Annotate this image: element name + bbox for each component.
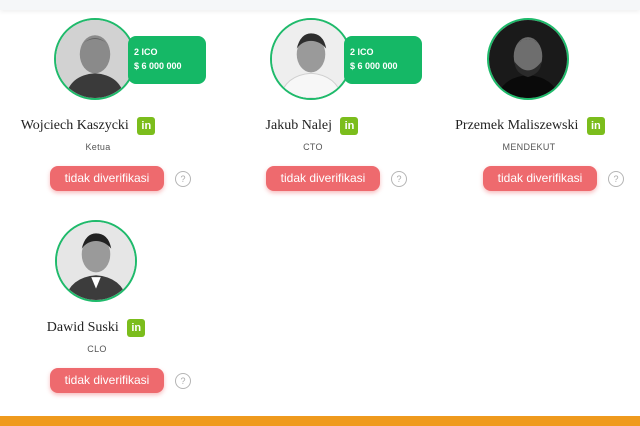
unverified-button[interactable]: tidak diverifikasi <box>266 166 380 191</box>
linkedin-icon[interactable]: in <box>137 117 156 135</box>
name-row: Wojciech Kaszycki in <box>0 117 188 139</box>
name-row: Dawid Suski in <box>0 319 196 341</box>
question-circle-icon[interactable]: ? <box>608 171 624 187</box>
question-circle-icon[interactable]: ? <box>391 171 407 187</box>
avatar <box>54 18 136 100</box>
team-member-card: Przemek Maliszewski in MENDEKUT tidak di… <box>433 18 633 208</box>
member-role: CTO <box>303 142 323 152</box>
member-role: MENDEKUT <box>502 142 556 152</box>
question-circle-icon[interactable]: ? <box>175 373 191 389</box>
ico-count: 2 ICO <box>134 47 158 57</box>
linkedin-icon[interactable]: in <box>127 319 146 337</box>
member-role: Ketua <box>85 142 111 152</box>
avatar <box>55 220 137 302</box>
member-name: Dawid Suski <box>46 320 119 335</box>
footer-bar <box>0 416 640 426</box>
question-circle-icon[interactable]: ? <box>175 171 191 187</box>
avatar <box>487 18 569 100</box>
member-name: Wojciech Kaszycki <box>20 118 129 133</box>
team-member-card: 2 ICO $ 6 000 000 Jakub Nalej in CTO tid… <box>216 18 422 208</box>
team-member-card: Dawid Suski in CLO tidak diverifikasi ? <box>0 220 200 410</box>
top-bar <box>0 0 640 10</box>
avatar <box>270 18 352 100</box>
member-name: Jakub Nalej <box>265 118 333 133</box>
member-name: Przemek Maliszewski <box>455 118 579 133</box>
name-row: Jakub Nalej in <box>212 117 412 139</box>
ico-badge: 2 ICO $ 6 000 000 <box>344 36 422 84</box>
name-row: Przemek Maliszewski in <box>430 117 630 139</box>
ico-amount: $ 6 000 000 <box>134 61 182 71</box>
ico-badge: 2 ICO $ 6 000 000 <box>128 36 206 84</box>
unverified-button[interactable]: tidak diverifikasi <box>50 166 164 191</box>
ico-amount: $ 6 000 000 <box>350 61 398 71</box>
linkedin-icon[interactable]: in <box>340 117 359 135</box>
unverified-button[interactable]: tidak diverifikasi <box>483 166 597 191</box>
unverified-button[interactable]: tidak diverifikasi <box>50 368 164 393</box>
member-role: CLO <box>87 344 107 354</box>
linkedin-icon[interactable]: in <box>586 117 605 135</box>
ico-count: 2 ICO <box>350 47 374 57</box>
team-member-card: 2 ICO $ 6 000 000 Wojciech Kaszycki in K… <box>0 18 206 208</box>
